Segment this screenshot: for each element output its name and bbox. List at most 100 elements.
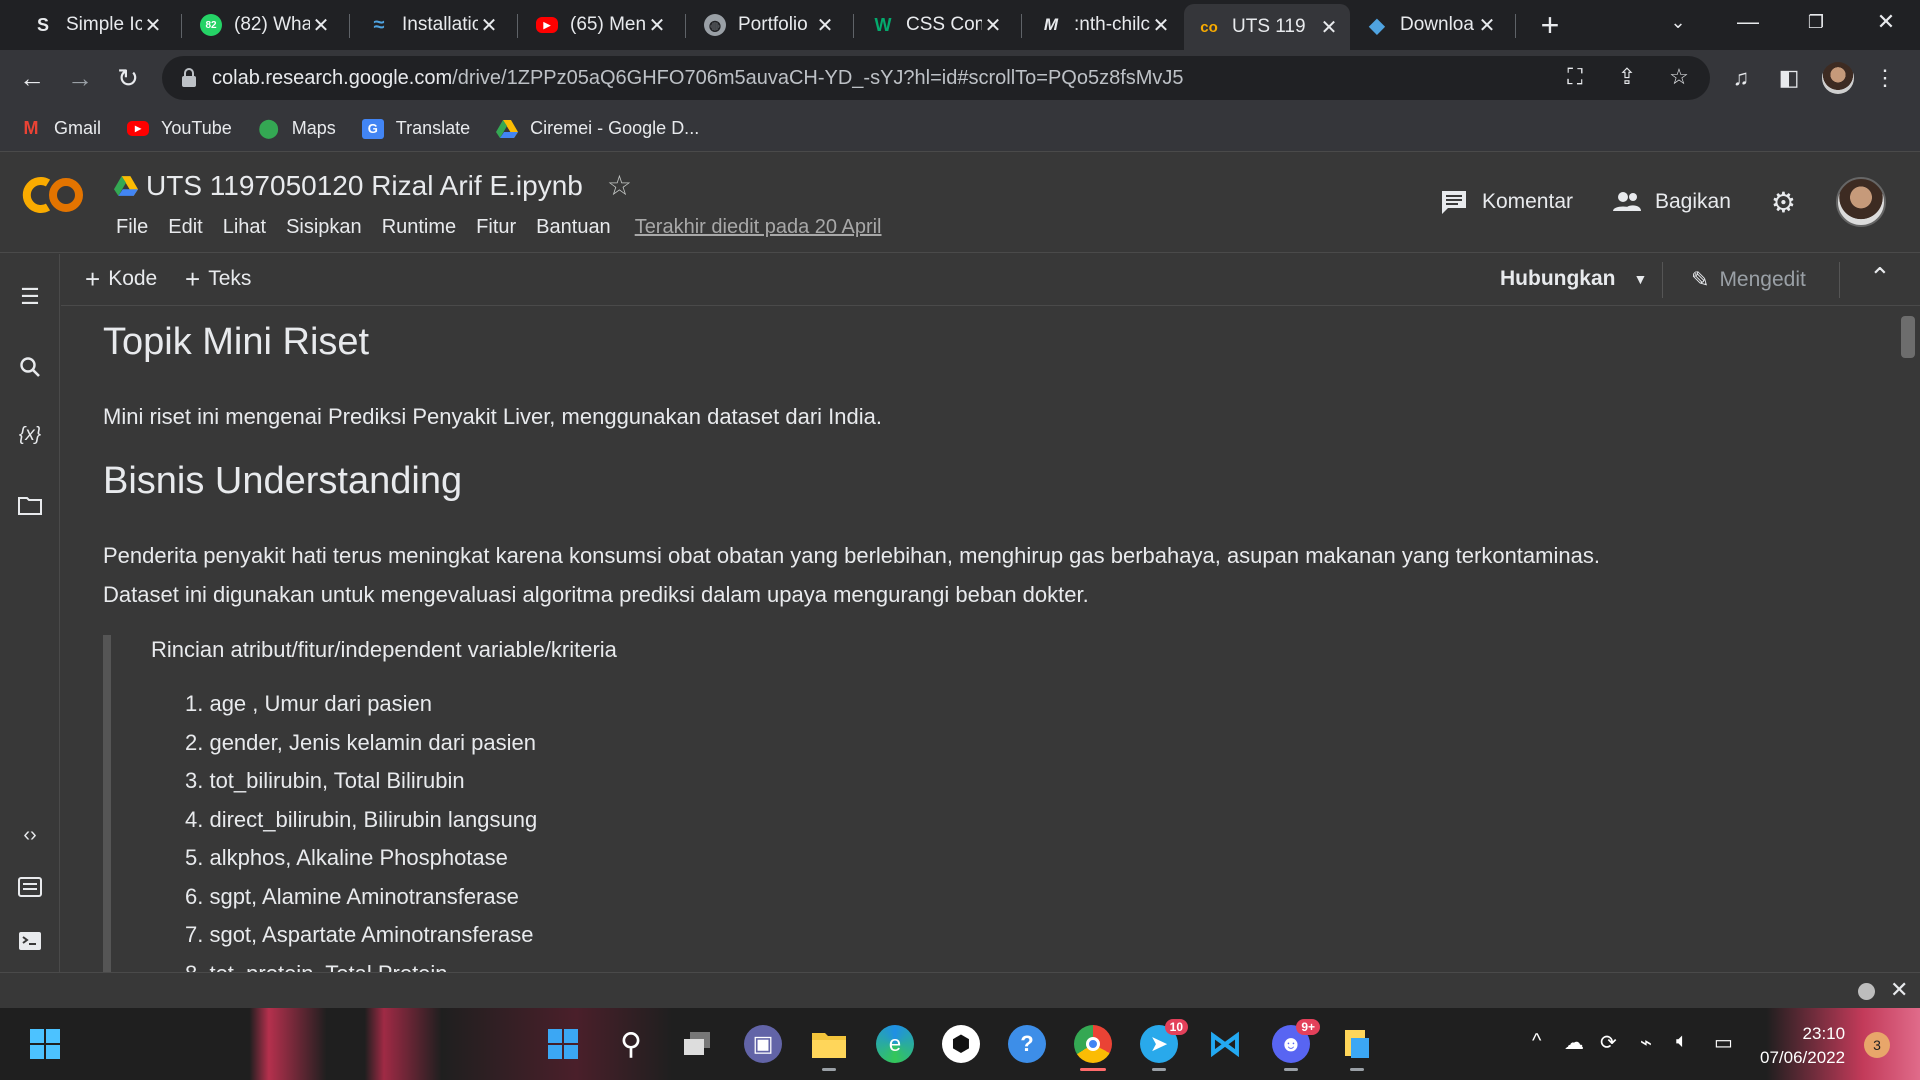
bookmarks-bar: M Gmail ▶ YouTube ⬤ Maps G Translate Cir… bbox=[0, 106, 1920, 152]
chat-icon[interactable]: ▣ bbox=[744, 1025, 782, 1063]
close-tab-icon[interactable]: ✕ bbox=[646, 13, 668, 38]
restore-button[interactable]: ❐ bbox=[1786, 0, 1846, 44]
command-palette-icon[interactable] bbox=[15, 872, 45, 902]
terminal-icon[interactable] bbox=[15, 926, 45, 956]
sync-icon[interactable]: ⟳ bbox=[1600, 1030, 1617, 1055]
address-bar[interactable]: colab.research.google.com/drive/1ZPPz05a… bbox=[162, 56, 1710, 100]
close-tab-icon[interactable]: ✕ bbox=[1318, 15, 1340, 40]
table-of-contents-icon[interactable]: ☰ bbox=[15, 282, 45, 312]
tab-whatsapp[interactable]: 82 (82) Wha ✕ bbox=[186, 6, 342, 44]
start-windows-icon[interactable] bbox=[26, 1025, 64, 1063]
dropdown-caret-icon[interactable]: ▼ bbox=[1634, 271, 1648, 287]
edge-icon[interactable]: e bbox=[876, 1025, 914, 1063]
menu-insert[interactable]: Sisipkan bbox=[276, 216, 372, 239]
notification-count-badge[interactable]: 3 bbox=[1864, 1032, 1890, 1058]
menu-help[interactable]: Bantuan bbox=[526, 216, 621, 239]
close-tab-icon[interactable]: ✕ bbox=[142, 13, 164, 38]
file-explorer-icon[interactable] bbox=[810, 1025, 848, 1071]
notebook-toolbar: + Kode + Teks Hubungkan ▼ ✎ Mengedit ⌃ bbox=[61, 254, 1920, 306]
bookmark-drive[interactable]: Ciremei - Google D... bbox=[496, 118, 699, 139]
add-code-cell-button[interactable]: + Kode bbox=[85, 266, 157, 292]
close-tab-icon[interactable]: ✕ bbox=[1476, 13, 1498, 38]
profile-avatar[interactable] bbox=[1822, 62, 1854, 94]
media-control-icon[interactable]: ♫ bbox=[1728, 65, 1754, 91]
github-icon[interactable]: ⬢ bbox=[942, 1025, 980, 1063]
forward-button[interactable]: → bbox=[62, 60, 98, 96]
close-tab-icon[interactable]: ✕ bbox=[478, 13, 500, 38]
close-tab-icon[interactable]: ✕ bbox=[310, 13, 332, 38]
connect-runtime-button[interactable]: Hubungkan ▼ bbox=[1500, 267, 1647, 291]
add-text-cell-button[interactable]: + Teks bbox=[185, 266, 251, 292]
bookmark-youtube[interactable]: ▶ YouTube bbox=[127, 118, 232, 139]
tab-css-com[interactable]: W CSS Com ✕ bbox=[858, 6, 1014, 44]
close-tab-icon[interactable]: ✕ bbox=[814, 13, 836, 38]
reload-button[interactable]: ↻ bbox=[110, 60, 146, 96]
menu-tools[interactable]: Fitur bbox=[466, 216, 526, 239]
colab-logo[interactable] bbox=[20, 173, 86, 217]
menu-edit[interactable]: Edit bbox=[158, 216, 212, 239]
bookmark-gmail[interactable]: M Gmail bbox=[20, 118, 102, 139]
share-button[interactable]: Bagikan bbox=[1613, 189, 1731, 215]
tab-uts-colab[interactable]: co UTS 119 ✕ bbox=[1184, 4, 1350, 50]
telegram-icon[interactable]: ➤ 10 bbox=[1140, 1019, 1188, 1071]
list-item: 3. tot_bilirubin, Total Bilirubin bbox=[185, 768, 465, 793]
list-item: 2. gender, Jenis kelamin dari pasien bbox=[185, 729, 536, 755]
left-sidebar: ☰ {x} ‹› bbox=[0, 254, 60, 972]
vscode-icon[interactable]: ⋈ bbox=[1206, 1025, 1244, 1063]
attributes-title: Rincian atribut/fitur/independent variab… bbox=[151, 637, 617, 662]
close-tab-icon[interactable]: ✕ bbox=[982, 13, 1004, 38]
more-menu-icon[interactable]: ⋮ bbox=[1872, 65, 1898, 91]
variables-icon[interactable]: {x} bbox=[15, 420, 45, 450]
tab-portfolio[interactable]: ◍ Portfolio ✕ bbox=[690, 6, 846, 44]
back-button[interactable]: ← bbox=[14, 60, 50, 96]
notebook-name[interactable]: UTS 1197050120 Rizal Arif E.ipynb bbox=[146, 170, 583, 202]
scrollbar-thumb[interactable] bbox=[1901, 316, 1915, 358]
share-icon[interactable]: ⇪ bbox=[1614, 64, 1640, 90]
tab-installation[interactable]: ≈ Installatic ✕ bbox=[354, 6, 510, 44]
star-icon[interactable]: ☆ bbox=[607, 169, 632, 202]
help-icon[interactable]: ? bbox=[1008, 1025, 1046, 1063]
tab-search-icon[interactable]: ⌄ bbox=[1648, 0, 1708, 44]
collapse-header-icon[interactable]: ⌃ bbox=[1869, 262, 1891, 293]
menu-runtime[interactable]: Runtime bbox=[372, 216, 466, 239]
tab-youtube[interactable]: ▶ (65) Men ✕ bbox=[522, 6, 678, 44]
minimize-button[interactable]: — bbox=[1718, 0, 1778, 44]
comment-button[interactable]: Komentar bbox=[1440, 189, 1573, 215]
editing-mode-button[interactable]: ✎ Mengedit bbox=[1691, 267, 1806, 293]
system-clock[interactable]: 23:10 07/06/2022 bbox=[1760, 1022, 1845, 1070]
onedrive-icon[interactable]: ☁ bbox=[1564, 1030, 1584, 1055]
bookmark-maps[interactable]: ⬤ Maps bbox=[258, 118, 336, 139]
show-hidden-icons[interactable]: ^ bbox=[1532, 1030, 1541, 1053]
discord-icon[interactable]: ☻ 9+ bbox=[1272, 1019, 1320, 1071]
tab-nth-child[interactable]: M :nth-chilc ✕ bbox=[1026, 6, 1182, 44]
menu-view[interactable]: Lihat bbox=[213, 216, 276, 239]
task-view-icon[interactable] bbox=[678, 1025, 716, 1063]
volume-icon[interactable]: 🔈︎ bbox=[1676, 1030, 1688, 1053]
last-edited-link[interactable]: Terakhir diedit pada 20 April bbox=[621, 216, 882, 239]
side-panel-icon[interactable]: ◧ bbox=[1776, 65, 1802, 91]
folder-icon[interactable] bbox=[15, 490, 45, 520]
translate-page-icon[interactable]: ⛶ bbox=[1562, 64, 1588, 90]
network-icon[interactable]: ⌁ bbox=[1640, 1030, 1652, 1055]
menu-file[interactable]: File bbox=[106, 216, 158, 239]
chrome-icon[interactable] bbox=[1074, 1025, 1112, 1071]
drive-icon[interactable] bbox=[114, 175, 138, 197]
tab-simple-icons[interactable]: S Simple Ic ✕ bbox=[18, 6, 174, 44]
bookmark-star-icon[interactable]: ☆ bbox=[1666, 64, 1692, 90]
people-icon bbox=[1613, 192, 1641, 211]
search-icon[interactable]: ⚲ bbox=[612, 1025, 650, 1063]
bookmark-translate[interactable]: G Translate bbox=[361, 118, 470, 139]
tab-download[interactable]: ◆ Downloa ✕ bbox=[1352, 6, 1508, 44]
battery-icon[interactable]: ▭ bbox=[1714, 1030, 1733, 1055]
search-icon[interactable] bbox=[15, 352, 45, 382]
settings-gear-icon[interactable]: ⚙ bbox=[1771, 186, 1796, 219]
close-status-icon[interactable]: ✕ bbox=[1890, 977, 1908, 1003]
user-avatar[interactable] bbox=[1836, 177, 1886, 227]
close-window-button[interactable]: ✕ bbox=[1856, 0, 1916, 44]
new-tab-button[interactable]: + bbox=[1535, 6, 1565, 44]
windows-logo-icon[interactable] bbox=[544, 1025, 582, 1063]
close-tab-icon[interactable]: ✕ bbox=[1150, 13, 1172, 38]
plus-icon: + bbox=[85, 264, 101, 294]
code-snippets-icon[interactable]: ‹› bbox=[15, 820, 45, 850]
sticky-files-icon[interactable] bbox=[1338, 1025, 1376, 1071]
